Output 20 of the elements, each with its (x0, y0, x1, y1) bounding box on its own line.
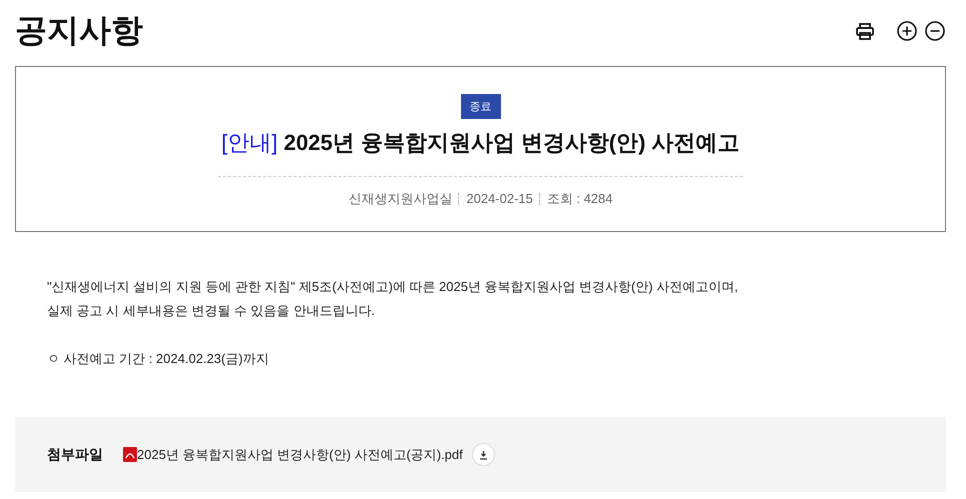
body-text: "신재생에너지 설비의 지원 등에 관한 지침" 제5조(사전예고)에 따른 2025년 융복합지원사업 변경사항(안) 사전예고이며, (47, 278, 740, 296)
download-button[interactable] (472, 443, 495, 466)
page-title: 공지사항 (15, 11, 143, 50)
zoom-in-button[interactable] (896, 20, 918, 42)
notice-title: [안내] 2025년 융복합지원사업 변경사항(안) 사전예고 (221, 129, 740, 157)
body-text: 실제 공고 시 세부내용은 변경될 수 있음을 안내드립니다. (47, 302, 376, 320)
attachment-label: 첨부파일 (47, 446, 104, 464)
zoom-out-button[interactable] (924, 20, 946, 42)
download-icon (478, 450, 488, 460)
zoom-out-icon (925, 21, 945, 41)
pdf-icon (123, 447, 137, 462)
meta-text: 조회 : 4284 (538, 193, 613, 205)
zoom-in-icon (897, 21, 917, 41)
print-icon (856, 22, 874, 40)
meta-text: 2024-02-15 (458, 193, 533, 205)
meta-text: 신재생지원사업실 (348, 193, 452, 205)
print-button[interactable] (854, 20, 876, 42)
period-text: ㅇ 사전예고 기간 : 2024.02.23(금)까지 (47, 350, 270, 368)
status-badge: 종료 (460, 94, 500, 119)
file-link[interactable]: 2025년 융복합지원사업 변경사항(안) 사전예고(공지).pdf (137, 446, 463, 464)
